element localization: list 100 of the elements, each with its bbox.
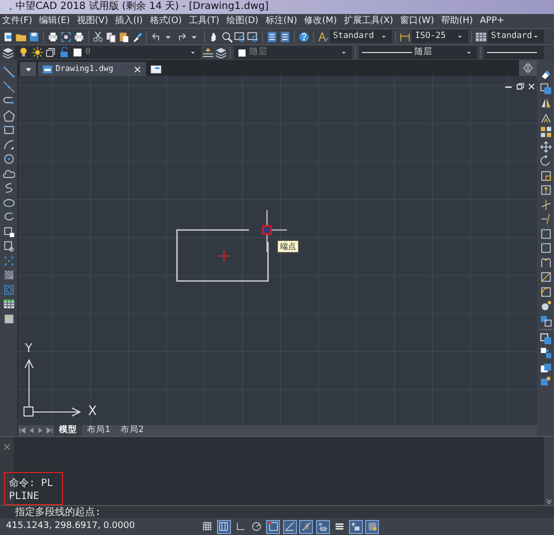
table-style-dropdown[interactable]: Standard <box>488 30 544 43</box>
rectangle-icon[interactable] <box>2 124 14 136</box>
menu-item[interactable]: APP+ <box>480 14 504 28</box>
line-icon[interactable] <box>2 66 14 78</box>
color-dropdown[interactable]: 随层 <box>234 46 352 59</box>
layer-state-icon[interactable] <box>215 46 227 58</box>
lineweight-dropdown[interactable] <box>484 46 544 59</box>
new-icon[interactable] <box>2 30 14 42</box>
array-icon[interactable] <box>540 126 552 138</box>
brush-icon[interactable] <box>131 30 143 42</box>
ellipse-icon[interactable] <box>2 196 14 208</box>
point-icon[interactable] <box>2 254 14 266</box>
polygon-icon[interactable] <box>2 110 14 122</box>
save-icon[interactable] <box>28 30 40 42</box>
menu-item[interactable]: 视图(V) <box>76 14 108 28</box>
palette-icon[interactable] <box>279 30 291 42</box>
circle-icon[interactable] <box>2 153 14 165</box>
scroll-down-icon[interactable] <box>545 497 553 505</box>
spline-icon[interactable] <box>2 182 14 194</box>
first-icon[interactable] <box>18 426 27 435</box>
menu-item[interactable]: 修改(M) <box>304 14 337 28</box>
text-style-icon[interactable] <box>317 30 329 42</box>
chamfer-icon[interactable] <box>540 271 552 283</box>
layer-previous-icon[interactable] <box>202 46 214 58</box>
dynamic-toggle[interactable] <box>299 520 313 534</box>
document-tab[interactable]: Drawing1.dwg <box>38 62 146 76</box>
panel-toggle-button[interactable] <box>519 60 537 76</box>
join-icon[interactable] <box>540 256 552 268</box>
cloud-icon[interactable] <box>2 168 14 180</box>
construction-line-icon[interactable] <box>2 80 14 92</box>
zoom-previous-icon[interactable] <box>247 30 259 42</box>
preview-icon[interactable] <box>60 30 72 42</box>
extend-icon[interactable] <box>540 213 552 225</box>
offset-icon[interactable] <box>540 112 552 124</box>
insert-block-icon[interactable] <box>2 226 14 238</box>
undo-icon[interactable] <box>150 30 162 42</box>
quick-properties-toggle[interactable] <box>348 520 362 534</box>
plot-icon[interactable] <box>73 30 85 42</box>
paste-icon[interactable] <box>118 30 130 42</box>
layout-tab[interactable]: 模型 <box>54 425 82 436</box>
table-icon[interactable] <box>2 298 14 310</box>
linetype-dropdown[interactable]: 随层 <box>359 46 477 59</box>
copy-object-icon[interactable] <box>540 82 552 94</box>
edit-icon[interactable] <box>540 314 552 326</box>
break-icon[interactable] <box>540 242 552 254</box>
menu-item[interactable]: 编辑(E) <box>39 14 70 28</box>
hatch-icon[interactable] <box>2 269 14 281</box>
menu-item[interactable]: 标注(N) <box>265 14 298 28</box>
break-icon[interactable] <box>540 228 552 240</box>
trim-icon[interactable] <box>540 198 552 210</box>
menu-item[interactable]: 窗口(W) <box>400 14 434 28</box>
restore-icon[interactable] <box>516 82 524 91</box>
menu-item[interactable]: 工具(T) <box>188 14 220 28</box>
layout-tab[interactable]: 布局2 <box>115 425 149 436</box>
table-style-icon[interactable] <box>475 30 487 42</box>
help-icon[interactable] <box>298 30 310 42</box>
fillet-icon[interactable] <box>540 286 552 298</box>
stretch-icon[interactable] <box>540 184 552 196</box>
sun-icon[interactable] <box>32 47 42 58</box>
swatch-icon[interactable] <box>72 47 83 58</box>
send-back-icon[interactable] <box>540 347 552 359</box>
menu-item[interactable]: 帮助(H) <box>441 14 473 28</box>
menu-item[interactable]: 绘图(D) <box>226 14 258 28</box>
tab-menu-button[interactable] <box>20 62 36 76</box>
dimension-style-dropdown[interactable]: ISO-25 <box>412 30 468 43</box>
bulb-icon[interactable] <box>18 47 29 58</box>
polar-toggle[interactable] <box>250 520 264 534</box>
eraser-icon[interactable] <box>540 68 552 80</box>
send-under-icon[interactable] <box>540 376 552 388</box>
menu-item[interactable]: 扩展工具(X) <box>344 14 394 28</box>
elliptical-arc-icon[interactable] <box>2 211 14 223</box>
zoom-window-icon[interactable] <box>234 30 246 42</box>
mirror-icon[interactable] <box>540 97 552 109</box>
explode-icon[interactable] <box>540 300 552 312</box>
region-icon[interactable] <box>2 284 14 296</box>
grid-toggle[interactable] <box>200 520 214 534</box>
zoom-icon[interactable] <box>221 30 233 42</box>
properties-icon[interactable] <box>266 30 278 42</box>
copy-icon[interactable] <box>105 30 117 42</box>
make-block-icon[interactable] <box>2 240 14 252</box>
menu-item[interactable]: 格式(O) <box>150 14 182 28</box>
rotate-icon[interactable] <box>540 155 552 167</box>
menu-item[interactable]: 文件(F) <box>2 14 32 28</box>
polyline-icon[interactable] <box>2 95 14 107</box>
object-snap-toggle[interactable] <box>266 520 280 534</box>
text-style-dropdown[interactable]: Standard <box>330 30 392 43</box>
snap-toggle[interactable] <box>216 520 230 534</box>
redo-icon[interactable] <box>176 30 188 42</box>
cut-icon[interactable] <box>92 30 104 42</box>
last-icon[interactable] <box>45 426 54 435</box>
bring-front-icon[interactable] <box>540 332 552 344</box>
new-tab-icon[interactable] <box>150 63 162 75</box>
layer-dropdown[interactable]: 0 <box>15 46 201 59</box>
arc-icon[interactable] <box>2 138 14 150</box>
layer-manager-icon[interactable] <box>2 46 14 58</box>
selection-toggle[interactable] <box>365 520 379 534</box>
scale-icon[interactable] <box>540 170 552 182</box>
lock-icon[interactable] <box>58 47 70 58</box>
dimension-style-icon[interactable] <box>399 30 411 42</box>
scrollbar[interactable] <box>544 437 554 505</box>
